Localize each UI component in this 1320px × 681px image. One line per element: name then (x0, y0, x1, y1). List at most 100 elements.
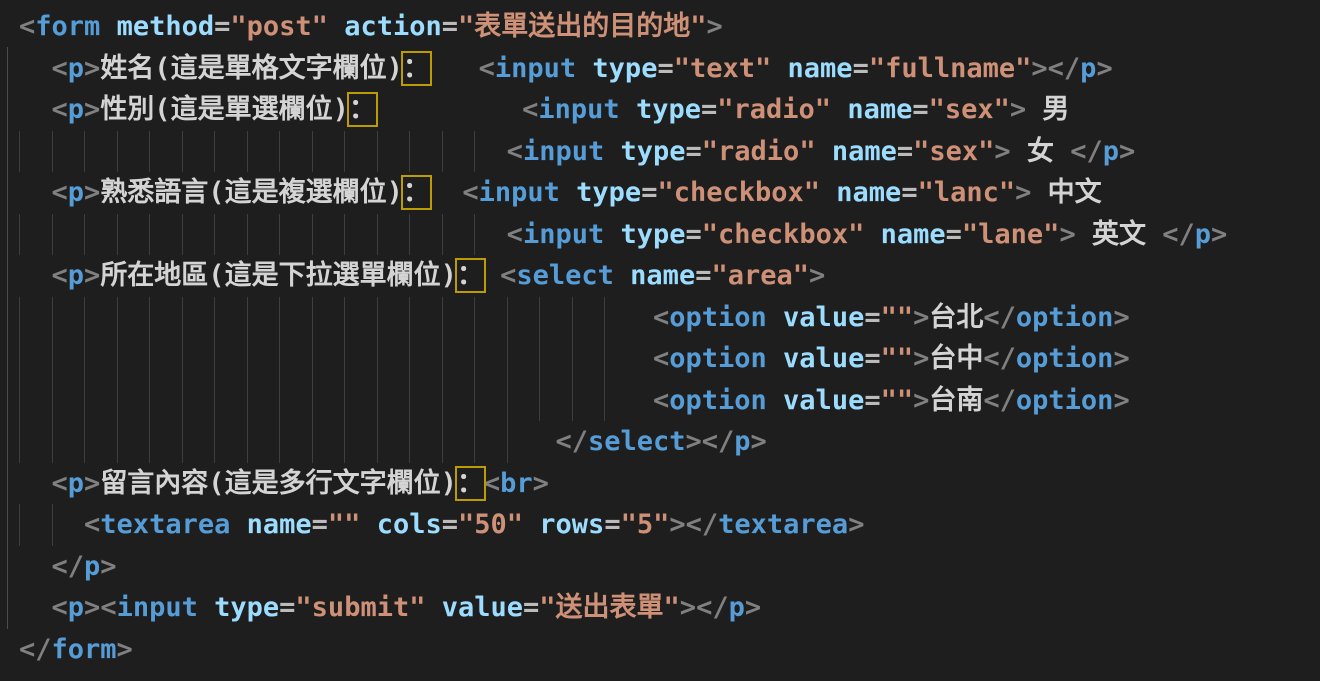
indent-guide (539, 297, 540, 339)
code-token-punctuation: </ (1048, 53, 1081, 84)
code-line[interactable]: <option value="">台中</option> (19, 338, 1320, 380)
code-line[interactable]: <input type="radio" name="sex"> 女 </p> (19, 131, 1320, 173)
indent-guide (149, 338, 150, 380)
code-token-string: "lanc" (918, 177, 1016, 208)
indent-guide (442, 131, 443, 173)
code-token-punctuation: > (1010, 94, 1026, 125)
code-token-punctuation: > (1113, 343, 1129, 374)
code-line[interactable]: <option value="">台北</option> (19, 297, 1320, 339)
code-token-punctuation: < (484, 468, 500, 499)
indent-guide (52, 380, 53, 422)
indent-guide (442, 421, 443, 463)
code-token-punctuation (576, 53, 592, 84)
code-token-text: 中文 (1031, 177, 1101, 208)
code-editor[interactable]: <form method="post" action="表單送出的目的地"> <… (0, 0, 1320, 681)
indent-guide (377, 380, 378, 422)
code-line[interactable]: </form> (19, 629, 1320, 671)
code-line[interactable]: <form method="post" action="表單送出的目的地"> (19, 6, 1320, 48)
code-token-punctuation: > (745, 592, 761, 623)
indent-guide (474, 338, 475, 380)
code-token-punctuation: > (1031, 53, 1047, 84)
indent-guide (117, 380, 118, 422)
indent-guide (182, 297, 183, 339)
code-token-tag: input (479, 177, 560, 208)
indent-guide (507, 380, 508, 422)
indent-guide (344, 131, 345, 173)
code-line[interactable]: </p> (19, 546, 1320, 588)
code-line[interactable]: <p>熟悉語言(這是複選欄位)： <input type="checkbox" … (19, 172, 1320, 214)
code-token-punctuation: > (686, 426, 702, 457)
code-token-tag: option (1016, 385, 1114, 416)
code-token-string: "sex" (913, 136, 994, 167)
code-token-string: "sex" (929, 94, 1010, 125)
code-token-text: 台南 (929, 385, 983, 416)
code-token-punctuation (620, 94, 636, 125)
code-token-tag: input (117, 592, 198, 623)
indent-guide (182, 421, 183, 463)
indent-guide (247, 421, 248, 463)
indent-guide (19, 214, 20, 256)
code-token-tag: textarea (718, 509, 848, 540)
code-token-punctuation: < (84, 509, 100, 540)
leading-whitespace (19, 592, 52, 623)
code-token-attribute: cols (377, 509, 442, 540)
indent-guide (52, 214, 53, 256)
code-token-punctuation: > (117, 634, 133, 665)
code-line[interactable]: <p>留言內容(這是多行文字欄位)：<br> (19, 463, 1320, 505)
code-line[interactable]: <option value="">台南</option> (19, 380, 1320, 422)
code-token-tag: p (68, 260, 84, 291)
code-token-text: 男 (1026, 94, 1069, 125)
indent-guide (377, 214, 378, 256)
indent-guide (52, 131, 53, 173)
leading-whitespace (19, 302, 653, 333)
indent-guide (279, 214, 280, 256)
code-token-punctuation: = (312, 509, 328, 540)
indent-guide (117, 338, 118, 380)
code-token-punctuation (614, 260, 630, 291)
code-token-tag: input (495, 53, 576, 84)
code-token-string: "" (328, 509, 361, 540)
code-line[interactable]: <p><input type="submit" value="送出表單"></p… (19, 587, 1320, 629)
code-line[interactable]: <input type="checkbox" name="lane"> 英文 <… (19, 214, 1320, 256)
code-token-punctuation: < (462, 177, 478, 208)
code-token-punctuation: = (864, 302, 880, 333)
code-token-punctuation: > (1113, 302, 1129, 333)
indent-guide (182, 131, 183, 173)
indent-guide (247, 214, 248, 256)
code-line[interactable]: <p>性別(這是單選欄位)： <input type="radio" name=… (19, 89, 1320, 131)
code-line[interactable]: <p>姓名(這是單格文字欄位)： <input type="text" name… (19, 48, 1320, 90)
indent-guide (572, 380, 573, 422)
code-token-tag: option (1016, 302, 1114, 333)
leading-whitespace (19, 468, 52, 499)
indent-guide (474, 421, 475, 463)
code-token-tag: option (669, 343, 767, 374)
code-token-punctuation (484, 260, 500, 291)
indent-guide (182, 214, 183, 256)
indent-guide (214, 214, 215, 256)
code-token-punctuation: = (946, 219, 962, 250)
code-line[interactable]: <textarea name="" cols="50" rows="5"></t… (19, 504, 1320, 546)
indent-guide (117, 214, 118, 256)
code-token-punctuation: > (669, 509, 685, 540)
code-token-punctuation: < (479, 53, 495, 84)
indent-guide (149, 297, 150, 339)
indent-guide (84, 214, 85, 256)
indent-guide (214, 338, 215, 380)
code-token-punctuation: = (901, 177, 917, 208)
leading-whitespace (19, 136, 507, 167)
code-token-attribute: action (344, 11, 442, 42)
code-token-string: "fullname" (869, 53, 1032, 84)
code-token-attribute: value (783, 385, 864, 416)
code-token-punctuation: = (686, 136, 702, 167)
code-token-string: "" (881, 302, 914, 333)
indent-guide (52, 338, 53, 380)
code-token-string: "area" (711, 260, 809, 291)
indent-guide (84, 131, 85, 173)
code-token-punctuation: > (1113, 385, 1129, 416)
indent-guide (572, 297, 573, 339)
code-line[interactable]: </select></p> (19, 421, 1320, 463)
code-token-string: "checkbox" (657, 177, 820, 208)
code-token-punctuation: > (100, 551, 116, 582)
code-token-tag: input (523, 136, 604, 167)
code-line[interactable]: <p>所在地區(這是下拉選單欄位)： <select name="area"> (19, 255, 1320, 297)
